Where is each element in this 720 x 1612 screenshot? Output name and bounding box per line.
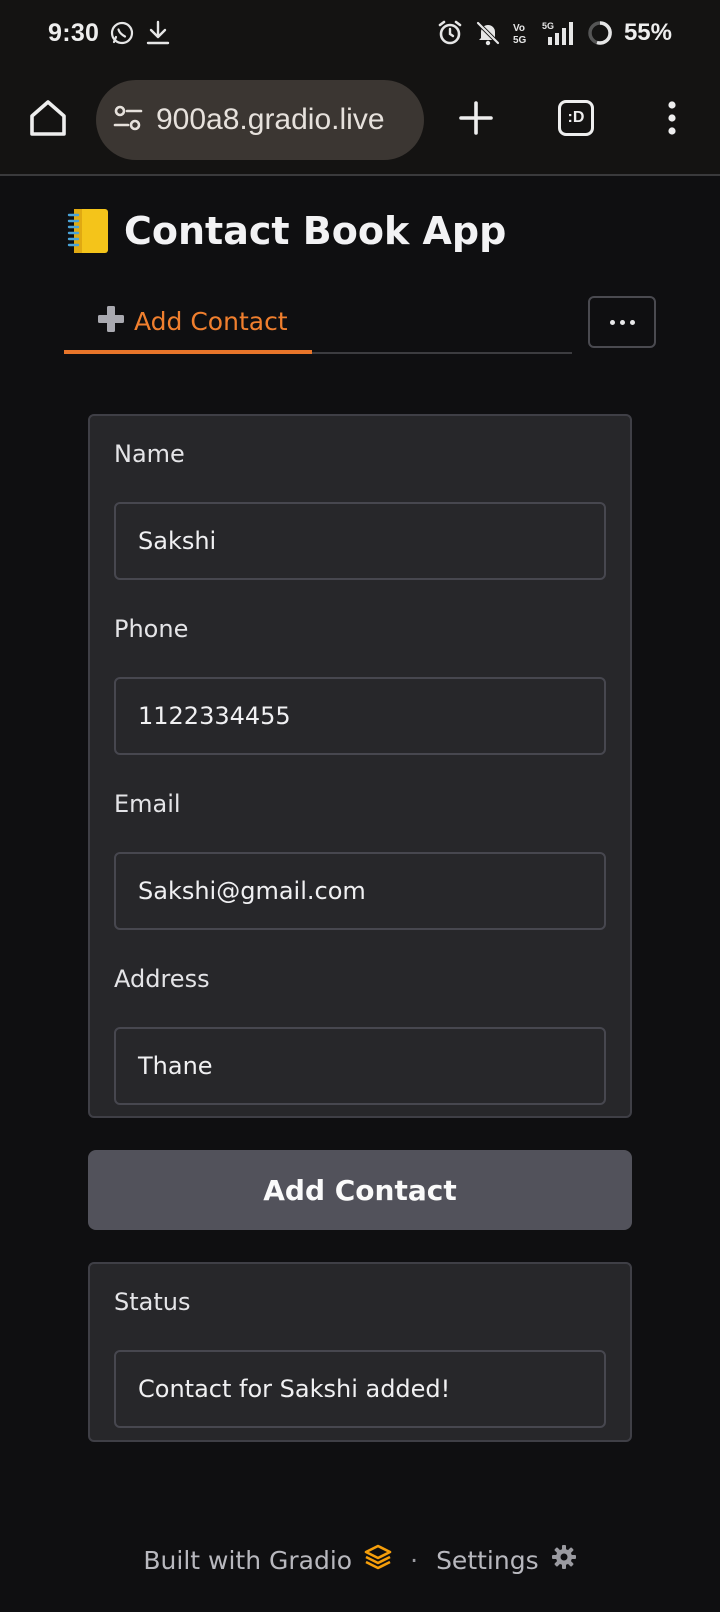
battery-ring-icon <box>586 19 614 47</box>
phone-label: Phone <box>114 615 189 643</box>
status-time: 9:30 <box>48 18 100 47</box>
browser-menu-icon[interactable] <box>664 98 680 138</box>
phone-input[interactable]: 1122334455 <box>114 677 606 755</box>
name-input[interactable]: Sakshi <box>114 502 606 580</box>
phone-field: Phone 1122334455 <box>114 615 606 755</box>
name-label: Name <box>114 440 185 468</box>
email-label: Email <box>114 790 181 818</box>
add-contact-button[interactable]: Add Contact <box>88 1150 632 1230</box>
footer: Built with Gradio · Settings <box>0 1538 720 1582</box>
address-field: Address Thane <box>114 965 606 1105</box>
built-with-gradio-link[interactable]: Built with Gradio <box>143 1546 352 1575</box>
gear-icon[interactable] <box>551 1544 577 1576</box>
status-field: Status Contact for Sakshi added! <box>114 1288 606 1428</box>
tab-bar: Add Contact <box>64 292 572 354</box>
email-field: Email Sakshi@gmail.com <box>114 790 606 930</box>
page-title: Contact Book App <box>124 209 507 253</box>
tab-switcher-button[interactable]: :D <box>558 100 594 136</box>
signal-5g-icon: 5G <box>542 19 576 47</box>
download-icon <box>145 19 171 47</box>
more-options-dot <box>629 319 635 325</box>
email-input[interactable]: Sakshi@gmail.com <box>114 852 606 930</box>
site-settings-icon[interactable] <box>112 103 144 137</box>
more-tabs-button[interactable] <box>588 296 656 348</box>
bell-muted-icon <box>474 19 502 47</box>
tab-add-contact[interactable]: Add Contact <box>64 292 312 354</box>
more-options-icon <box>609 319 615 325</box>
tab-switcher-label: :D <box>567 109 585 126</box>
svg-text:5G: 5G <box>513 35 527 46</box>
whatsapp-icon <box>109 20 135 46</box>
more-options-dot <box>619 319 625 325</box>
status-bar-right: Vo 5G 5G 55% <box>436 19 672 47</box>
contact-form: Name Sakshi Phone 1122334455 Email Saksh… <box>88 414 632 1118</box>
status-output[interactable]: Contact for Sakshi added! <box>114 1350 606 1428</box>
status-label: Status <box>114 1288 191 1316</box>
page-title-row: Contact Book App <box>66 206 506 256</box>
plus-icon <box>96 304 126 338</box>
settings-link[interactable]: Settings <box>436 1546 539 1575</box>
url-text: 900a8.gradio.live <box>156 103 385 136</box>
browser-toolbar: 900a8.gradio.live :D <box>0 66 720 176</box>
footer-separator: · <box>410 1545 419 1575</box>
address-input[interactable]: Thane <box>114 1027 606 1105</box>
alarm-icon <box>436 19 464 47</box>
tab-add-contact-label: Add Contact <box>134 306 288 336</box>
notebook-icon <box>66 206 112 256</box>
volte-icon: Vo 5G <box>512 19 532 47</box>
status-bar: 9:30 Vo 5G 5G 55% <box>0 0 720 66</box>
home-icon[interactable] <box>26 96 70 140</box>
address-label: Address <box>114 965 210 993</box>
status-bar-left: 9:30 <box>48 19 171 48</box>
new-tab-icon[interactable] <box>456 98 496 138</box>
svg-text:Vo: Vo <box>513 23 525 34</box>
svg-text:5G: 5G <box>542 21 554 31</box>
address-bar[interactable]: 900a8.gradio.live <box>96 80 424 160</box>
status-panel: Status Contact for Sakshi added! <box>88 1262 632 1442</box>
gradio-logo-icon <box>364 1544 392 1576</box>
name-field: Name Sakshi <box>114 440 606 580</box>
battery-percent: 55% <box>623 19 672 46</box>
